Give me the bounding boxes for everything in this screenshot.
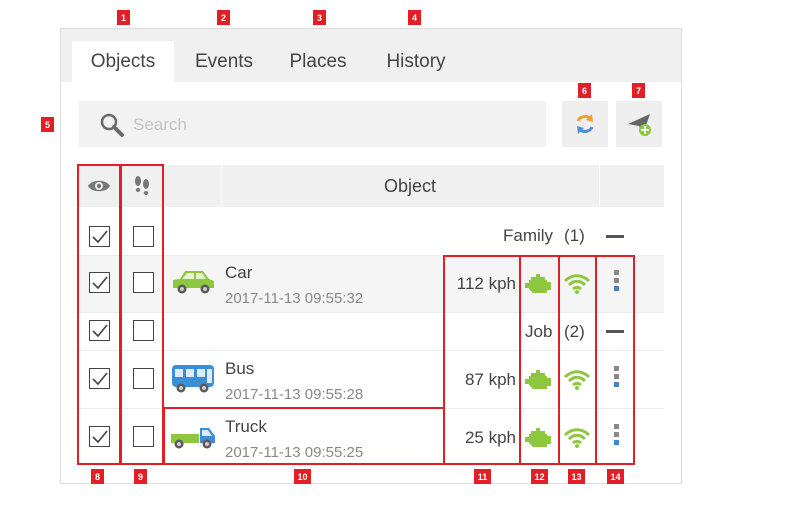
annotation-box-14	[595, 255, 635, 465]
annotation-badge-14: 14	[607, 469, 624, 484]
bus-icon	[172, 365, 214, 393]
tab-objects[interactable]: Objects	[72, 41, 174, 82]
annotation-badge-11: 11	[474, 469, 491, 484]
annotation-box-9	[120, 164, 164, 465]
collapse-group-family[interactable]	[606, 235, 624, 238]
annotation-badge-10: 10	[294, 469, 311, 484]
annotation-box-12	[519, 255, 560, 465]
annotation-box-10	[163, 407, 445, 465]
tab-places[interactable]: Places	[276, 41, 360, 82]
object-column-header[interactable]: Object	[221, 165, 599, 207]
annotation-badge-4: 4	[408, 10, 421, 25]
object-time-bus: 2017-11-13 09:55:28	[225, 386, 364, 403]
search-box	[79, 101, 546, 147]
annotation-box-13	[558, 255, 597, 465]
car-icon	[173, 271, 214, 294]
annotation-badge-7: 7	[632, 83, 645, 98]
annotation-badge-8: 8	[91, 469, 104, 484]
group-count-family: (1)	[564, 226, 585, 245]
annotation-box-11	[443, 255, 521, 465]
add-object-button[interactable]	[616, 101, 662, 147]
annotation-badge-1: 1	[117, 10, 130, 25]
refresh-icon	[576, 114, 594, 134]
annotation-box-8	[77, 164, 121, 465]
annotation-badge-2: 2	[217, 10, 230, 25]
object-time-car: 2017-11-13 09:55:32	[225, 290, 364, 307]
object-name-car[interactable]: Car	[225, 263, 252, 283]
tab-history[interactable]: History	[370, 41, 462, 82]
annotation-badge-9: 9	[134, 469, 147, 484]
add-send-icon	[628, 114, 651, 136]
annotation-badge-12: 12	[531, 469, 548, 484]
annotation-badge-5: 5	[41, 117, 54, 132]
search-input[interactable]	[131, 111, 535, 139]
header-divider	[599, 165, 600, 207]
group-name-family[interactable]: Family	[503, 226, 553, 246]
reload-button[interactable]	[562, 101, 608, 147]
annotation-badge-3: 3	[313, 10, 326, 25]
annotation-badge-6: 6	[578, 83, 591, 98]
search-icon	[100, 113, 124, 137]
tab-events[interactable]: Events	[178, 41, 270, 82]
object-name-bus[interactable]: Bus	[225, 359, 254, 379]
annotation-badge-13: 13	[568, 469, 585, 484]
